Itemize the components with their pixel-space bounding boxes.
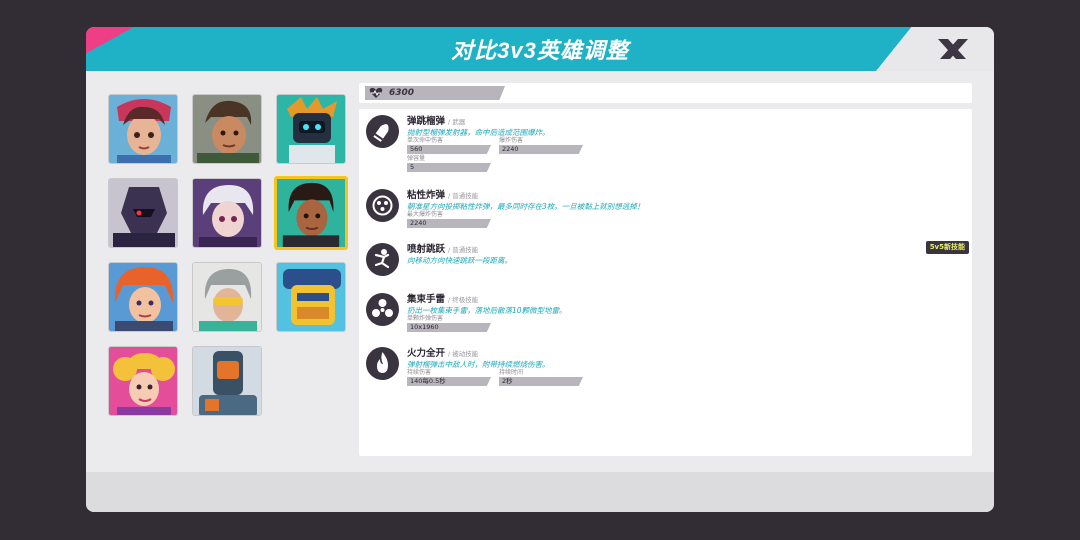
close-button[interactable] [930,31,974,67]
new-skill-badge: 5v5新技能 [925,241,969,254]
stat-label: 持续时间 [499,369,524,376]
stat-block: 单次命中伤害 560 [407,136,491,154]
hero-portrait-7[interactable] [108,262,178,332]
stat-block: 持续伤害 140每0.5秒 [407,368,491,386]
hero-portrait-image [193,179,261,247]
hero-portrait-3[interactable] [276,94,346,164]
stat-block: 最大爆炸伤害 2240 [407,210,491,228]
hero-portrait-image [193,263,261,331]
hero-portrait-image [277,179,345,247]
skill-name: 弹跳榴弹 / 武器 [407,113,465,127]
hero-portrait-1[interactable] [108,94,178,164]
bullet-icon [373,124,389,142]
skill-name-text: 集束手雷 [407,294,446,305]
stat-label: 最大爆炸伤害 [407,211,444,218]
stat-block: 持续时间 2秒 [499,368,583,386]
skill-icon-wrap [366,243,399,276]
hero-portrait-image [193,347,261,415]
hero-portrait-image [109,347,177,415]
hero-portrait-image [193,95,261,163]
skill-name: 粘性炸弹 / 普通技能 [407,187,478,201]
hero-portrait-8[interactable] [192,262,262,332]
stat-block: 爆炸伤害 2240 [499,136,583,154]
heart-pulse-icon [369,87,383,98]
header-bar: 对比3v3英雄调整 [86,27,994,71]
hero-adjust-panel: 对比3v3英雄调整 6300 弹跳榴弹 / 武器 抛射型榴弹发射器，命中后造成范… [86,27,994,512]
hero-portrait-2[interactable] [192,94,262,164]
stat-label: 弹容量 [407,155,426,162]
stat-label: 持续伤害 [407,369,432,376]
skill-icon-wrap [366,115,399,148]
hero-portrait-9[interactable] [276,262,346,332]
skill-list: 弹跳榴弹 / 武器 抛射型榴弹发射器，命中后造成范围爆炸。 单次命中伤害 560 爆… [359,109,972,456]
cluster-grenade-icon [372,299,393,317]
stat-value: 5 [407,163,491,172]
hero-portrait-5[interactable] [192,178,262,248]
skill-desc: 向移动方向快速跳跃一段距离。 [407,256,512,265]
hp-chip: 6300 [365,86,505,100]
stat-block: 弹容量 5 [407,154,491,172]
hero-portrait-image [277,263,345,331]
skill-type: / 普通技能 [448,192,479,200]
footer-bar [86,472,994,512]
skill-name-text: 喷射跳跃 [407,244,446,255]
stat-value: 140每0.5秒 [407,377,491,386]
skill-icon-wrap [366,293,399,326]
stat-value: 560 [407,145,491,154]
stat-label: 单颗炸弹伤害 [407,315,444,322]
fire-icon [377,352,388,373]
skill-icon-wrap [366,347,399,380]
hero-portrait-image [109,95,177,163]
stat-label: 爆炸伤害 [499,137,524,144]
hero-portrait-4[interactable] [108,178,178,248]
hp-value: 6300 [389,88,415,98]
hero-portrait-image [277,95,345,163]
hero-portrait-image [109,263,177,331]
hero-portrait-11[interactable] [192,346,262,416]
skill-name-text: 火力全开 [407,348,446,359]
stat-label: 单次命中伤害 [407,137,444,144]
stat-value: 10x1960 [407,323,491,332]
skill-type: / 普通技能 [448,246,479,254]
stat-value: 2240 [499,145,583,154]
hero-portrait-6-selected[interactable] [274,176,348,250]
skill-name-text: 粘性炸弹 [407,190,446,201]
skill-name-text: 弹跳榴弹 [407,116,446,127]
skill-type: / 终极技能 [448,296,479,304]
skill-name: 集束手雷 / 终极技能 [407,291,478,305]
hero-portrait-10[interactable] [108,346,178,416]
stat-value: 2秒 [499,377,583,386]
page-title: 对比3v3英雄调整 [451,38,629,63]
stat-block: 单颗炸弹伤害 10x1960 [407,314,491,332]
jump-icon [374,249,390,269]
close-icon [938,39,968,59]
skill-name: 喷射跳跃 / 普通技能 [407,241,478,255]
skill-name: 火力全开 / 被动技能 [407,345,478,359]
skill-icon-wrap [366,189,399,222]
skill-type: / 武器 [448,118,466,126]
hp-bar: 6300 [359,83,972,103]
skill-type: / 被动技能 [448,350,479,358]
stat-value: 2240 [407,219,491,228]
hero-portrait-image [109,179,177,247]
sticky-bomb-icon [372,195,393,216]
